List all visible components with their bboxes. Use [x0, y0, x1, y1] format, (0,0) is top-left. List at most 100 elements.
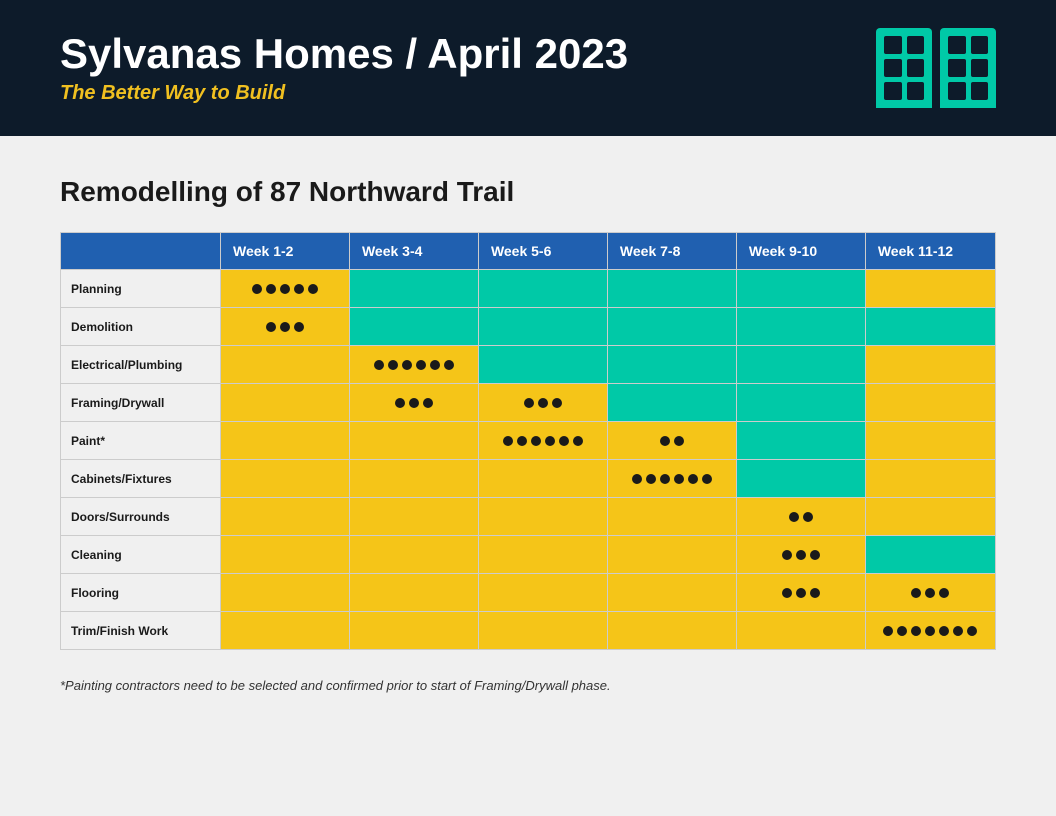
schedule-cell: [736, 422, 865, 460]
dot-marker: [409, 398, 419, 408]
dot-marker: [395, 398, 405, 408]
dot-marker: [632, 474, 642, 484]
schedule-cell: [865, 346, 995, 384]
dot-marker: [430, 360, 440, 370]
schedule-cell: [221, 384, 350, 422]
col-header-week4: Week 7-8: [607, 233, 736, 270]
schedule-table: Week 1-2 Week 3-4 Week 5-6 Week 7-8 Week…: [60, 232, 996, 650]
page-header: Sylvanas Homes / April 2023 The Better W…: [0, 0, 1056, 136]
schedule-cell: [607, 346, 736, 384]
schedule-cell: [607, 612, 736, 650]
dot-marker: [294, 284, 304, 294]
dot-marker: [660, 436, 670, 446]
schedule-cell: [349, 536, 478, 574]
dot-marker: [953, 626, 963, 636]
header-text: Sylvanas Homes / April 2023 The Better W…: [60, 31, 628, 104]
schedule-cell: [607, 422, 736, 460]
schedule-cell: [221, 536, 350, 574]
schedule-cell: [349, 308, 478, 346]
dot-marker: [266, 322, 276, 332]
schedule-cell: [736, 270, 865, 308]
schedule-cell: [478, 574, 607, 612]
table-row: Cleaning: [61, 536, 996, 574]
dot-marker: [402, 360, 412, 370]
table-row: Doors/Surrounds: [61, 498, 996, 536]
schedule-cell: [607, 384, 736, 422]
schedule-cell: [221, 612, 350, 650]
task-label: Trim/Finish Work: [61, 612, 221, 650]
dot-marker: [883, 626, 893, 636]
col-header-week5: Week 9-10: [736, 233, 865, 270]
table-row: Planning: [61, 270, 996, 308]
building-icon: [876, 28, 932, 108]
task-label: Cabinets/Fixtures: [61, 460, 221, 498]
schedule-cell: [478, 536, 607, 574]
dot-marker: [925, 626, 935, 636]
dot-marker: [810, 588, 820, 598]
dot-marker: [925, 588, 935, 598]
schedule-cell: [865, 498, 995, 536]
schedule-cell: [607, 574, 736, 612]
main-content: Remodelling of 87 Northward Trail Week 1…: [0, 136, 1056, 733]
schedule-cell: [349, 498, 478, 536]
dot-marker: [308, 284, 318, 294]
schedule-cell: [221, 346, 350, 384]
dot-marker: [911, 626, 921, 636]
table-row: Trim/Finish Work: [61, 612, 996, 650]
col-header-week6: Week 11-12: [865, 233, 995, 270]
footnote: *Painting contractors need to be selecte…: [60, 678, 996, 693]
task-label: Demolition: [61, 308, 221, 346]
dot-marker: [280, 284, 290, 294]
schedule-cell: [865, 536, 995, 574]
schedule-cell: [349, 612, 478, 650]
dot-marker: [538, 398, 548, 408]
building-icon: [940, 28, 996, 108]
dot-marker: [423, 398, 433, 408]
schedule-cell: [349, 422, 478, 460]
schedule-cell: [865, 384, 995, 422]
schedule-cell: [865, 422, 995, 460]
dot-marker: [545, 436, 555, 446]
table-row: Flooring: [61, 574, 996, 612]
dot-marker: [803, 512, 813, 522]
dot-marker: [939, 626, 949, 636]
schedule-cell: [865, 460, 995, 498]
schedule-cell: [221, 270, 350, 308]
table-row: Cabinets/Fixtures: [61, 460, 996, 498]
schedule-cell: [865, 574, 995, 612]
table-row: Framing/Drywall: [61, 384, 996, 422]
dot-marker: [294, 322, 304, 332]
schedule-cell: [736, 460, 865, 498]
dot-marker: [266, 284, 276, 294]
schedule-cell: [736, 346, 865, 384]
schedule-cell: [736, 384, 865, 422]
dot-marker: [252, 284, 262, 294]
section-title: Remodelling of 87 Northward Trail: [60, 176, 996, 208]
schedule-cell: [607, 308, 736, 346]
schedule-cell: [349, 270, 478, 308]
task-label: Planning: [61, 270, 221, 308]
schedule-cell: [478, 612, 607, 650]
dot-marker: [967, 626, 977, 636]
schedule-cell: [736, 612, 865, 650]
col-header-week1: Week 1-2: [221, 233, 350, 270]
schedule-cell: [736, 498, 865, 536]
schedule-cell: [349, 346, 478, 384]
schedule-cell: [478, 270, 607, 308]
dot-marker: [702, 474, 712, 484]
schedule-cell: [221, 498, 350, 536]
schedule-cell: [478, 346, 607, 384]
page-title: Sylvanas Homes / April 2023: [60, 31, 628, 77]
schedule-cell: [736, 308, 865, 346]
schedule-cell: [478, 422, 607, 460]
task-label: Doors/Surrounds: [61, 498, 221, 536]
dot-marker: [646, 474, 656, 484]
dot-marker: [674, 474, 684, 484]
task-label: Cleaning: [61, 536, 221, 574]
dot-marker: [503, 436, 513, 446]
schedule-cell: [478, 460, 607, 498]
schedule-cell: [865, 612, 995, 650]
schedule-cell: [607, 270, 736, 308]
dot-marker: [939, 588, 949, 598]
logo: [876, 28, 996, 108]
